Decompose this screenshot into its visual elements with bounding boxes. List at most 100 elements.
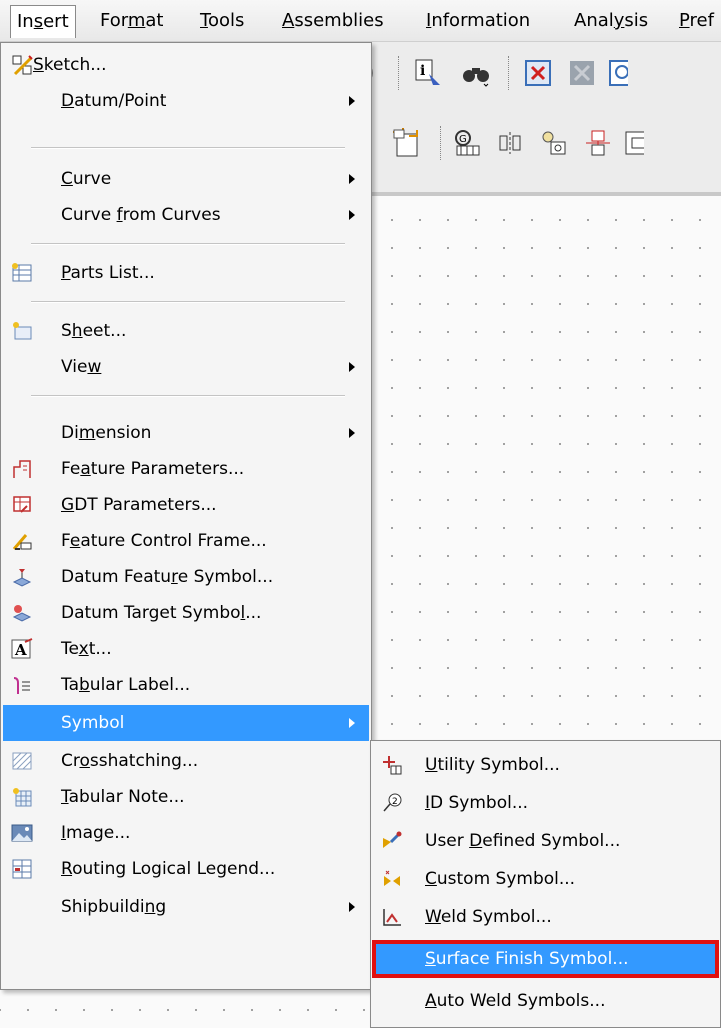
menu-item-label: Routing Logical Legend... bbox=[61, 859, 276, 879]
menu-separator bbox=[31, 301, 345, 303]
toolbar-row-2: G bbox=[370, 112, 721, 174]
image-icon bbox=[11, 822, 33, 844]
menu-item-label: Dimension bbox=[61, 423, 152, 443]
menu-item-user-defined-symbol[interactable]: User Defined Symbol... bbox=[373, 823, 718, 859]
symbol-submenu: Utility Symbol... 2 ID Symbol... User De… bbox=[370, 740, 721, 1028]
menu-analysis[interactable]: Analysis bbox=[568, 5, 654, 37]
menu-item-view[interactable]: View bbox=[3, 349, 369, 385]
toolbar-area: i G bbox=[367, 42, 721, 192]
menu-item-label: Datum Target Symbol... bbox=[61, 603, 262, 623]
view-list-icon[interactable]: G bbox=[450, 125, 486, 161]
menu-item-label: Sheet... bbox=[61, 321, 127, 341]
menu-item-gdt-parameters[interactable]: GDT Parameters... bbox=[3, 487, 369, 523]
section-view-icon[interactable] bbox=[492, 125, 528, 161]
menu-item-label: Sketch... bbox=[33, 55, 107, 75]
binoculars-icon[interactable] bbox=[458, 55, 494, 91]
menu-preferences[interactable]: Pref bbox=[673, 5, 720, 37]
projected-view-icon[interactable] bbox=[580, 125, 616, 161]
menu-item-label: Feature Parameters... bbox=[61, 459, 245, 479]
menu-tools[interactable]: Tools bbox=[194, 5, 250, 37]
menu-item-label: User Defined Symbol... bbox=[425, 831, 621, 851]
parts-list-icon bbox=[11, 262, 33, 284]
menu-item-label: Symbol bbox=[61, 713, 125, 733]
menu-information[interactable]: Information bbox=[420, 5, 536, 37]
info-icon[interactable]: i bbox=[410, 55, 446, 91]
zoom-area-icon[interactable] bbox=[564, 55, 600, 91]
menu-insert[interactable]: Insert bbox=[10, 5, 76, 38]
toolbar-row-1: i bbox=[367, 42, 721, 104]
menu-item-auto-weld-symbols[interactable]: Auto Weld Symbols... bbox=[373, 983, 718, 1019]
menu-item-label: Curve from Curves bbox=[61, 205, 221, 225]
menu-item-label: Auto Weld Symbols... bbox=[425, 991, 606, 1011]
new-sheet-icon[interactable] bbox=[388, 125, 424, 161]
menu-item-label: Crosshatching... bbox=[61, 751, 199, 771]
menu-item-label: Image... bbox=[61, 823, 131, 843]
menu-item-label: Text... bbox=[61, 639, 112, 659]
menu-item-crosshatching[interactable]: Crosshatching... bbox=[3, 743, 369, 779]
menu-item-utility-symbol[interactable]: Utility Symbol... bbox=[373, 747, 718, 783]
menu-item-routing-logical-legend[interactable]: Routing Logical Legend... bbox=[3, 851, 369, 887]
menu-item-datum-target-symbol[interactable]: Datum Target Symbol... bbox=[3, 595, 369, 631]
feature-parameters-icon bbox=[11, 458, 33, 480]
id-symbol-icon: 2 bbox=[381, 792, 403, 814]
toolbar-separator bbox=[398, 56, 400, 90]
user-defined-symbol-icon bbox=[381, 830, 403, 852]
submenu-arrow-icon bbox=[349, 174, 355, 184]
detail-view-icon[interactable] bbox=[536, 125, 572, 161]
text-icon: A bbox=[11, 638, 33, 660]
menu-item-label: Parts List... bbox=[61, 263, 155, 283]
menu-item-tabular-note[interactable]: Tabular Note... bbox=[3, 779, 369, 815]
menu-item-label: Tabular Note... bbox=[61, 787, 185, 807]
view-boundary-icon[interactable] bbox=[624, 125, 644, 161]
menu-separator bbox=[31, 395, 345, 397]
submenu-arrow-icon bbox=[349, 428, 355, 438]
menubar: Insert Format Tools Assemblies Informati… bbox=[0, 0, 721, 42]
menu-item-parts-list[interactable]: Parts List... bbox=[3, 255, 369, 291]
menu-item-curve[interactable]: Curve bbox=[3, 161, 369, 197]
menu-item-surface-finish-symbol[interactable]: Surface Finish Symbol... bbox=[372, 940, 719, 978]
submenu-arrow-icon bbox=[349, 96, 355, 106]
menu-item-custom-symbol[interactable]: Custom Symbol... bbox=[373, 861, 718, 897]
sheet-icon bbox=[11, 320, 33, 342]
menu-item-sketch[interactable]: Sketch... bbox=[3, 47, 369, 83]
menu-item-label: ID Symbol... bbox=[425, 793, 529, 813]
datum-feature-symbol-icon bbox=[11, 566, 33, 588]
gdt-parameters-icon bbox=[11, 494, 33, 516]
crosshatching-icon bbox=[11, 750, 33, 772]
fit-view-icon[interactable] bbox=[520, 55, 556, 91]
menu-item-id-symbol[interactable]: 2 ID Symbol... bbox=[373, 785, 718, 821]
menu-item-curve-from-curves[interactable]: Curve from Curves bbox=[3, 197, 369, 233]
menu-assemblies[interactable]: Assemblies bbox=[276, 5, 390, 37]
menu-item-shipbuilding[interactable]: Shipbuilding bbox=[3, 889, 369, 925]
weld-symbol-icon bbox=[381, 906, 403, 928]
menu-format[interactable]: Format bbox=[94, 5, 169, 37]
menu-item-label: Utility Symbol... bbox=[425, 755, 560, 775]
menu-item-sheet[interactable]: Sheet... bbox=[3, 313, 369, 349]
datum-target-symbol-icon bbox=[11, 602, 33, 624]
custom-symbol-icon bbox=[381, 868, 403, 890]
submenu-arrow-icon bbox=[349, 362, 355, 372]
menu-item-symbol[interactable]: Symbol bbox=[3, 705, 369, 741]
tabular-label-icon bbox=[11, 674, 33, 696]
tabular-note-icon bbox=[11, 786, 33, 808]
drawing-canvas-bottom bbox=[0, 990, 370, 1028]
menu-separator bbox=[31, 243, 345, 245]
svg-text:2: 2 bbox=[392, 797, 398, 807]
menu-item-label: View bbox=[61, 357, 102, 377]
toolbar-separator bbox=[508, 56, 510, 90]
menu-item-dimension[interactable]: Dimension bbox=[3, 415, 369, 451]
menu-item-tabular-label[interactable]: Tabular Label... bbox=[3, 667, 369, 703]
menu-item-text[interactable]: A Text... bbox=[3, 631, 369, 667]
menu-item-label: GDT Parameters... bbox=[61, 495, 217, 515]
menu-item-datum-point[interactable]: Datum/Point bbox=[3, 83, 369, 119]
menu-item-label: Custom Symbol... bbox=[425, 869, 576, 889]
menu-item-image[interactable]: Image... bbox=[3, 815, 369, 851]
submenu-arrow-icon bbox=[349, 718, 355, 728]
menu-item-weld-symbol[interactable]: Weld Symbol... bbox=[373, 899, 718, 935]
zoom-icon[interactable] bbox=[608, 55, 628, 91]
menu-item-datum-feature-symbol[interactable]: Datum Feature Symbol... bbox=[3, 559, 369, 595]
menu-item-feature-parameters[interactable]: Feature Parameters... bbox=[3, 451, 369, 487]
menu-item-label: Surface Finish Symbol... bbox=[425, 949, 629, 969]
utility-symbol-icon bbox=[381, 754, 403, 776]
menu-item-feature-control-frame[interactable]: Feature Control Frame... bbox=[3, 523, 369, 559]
